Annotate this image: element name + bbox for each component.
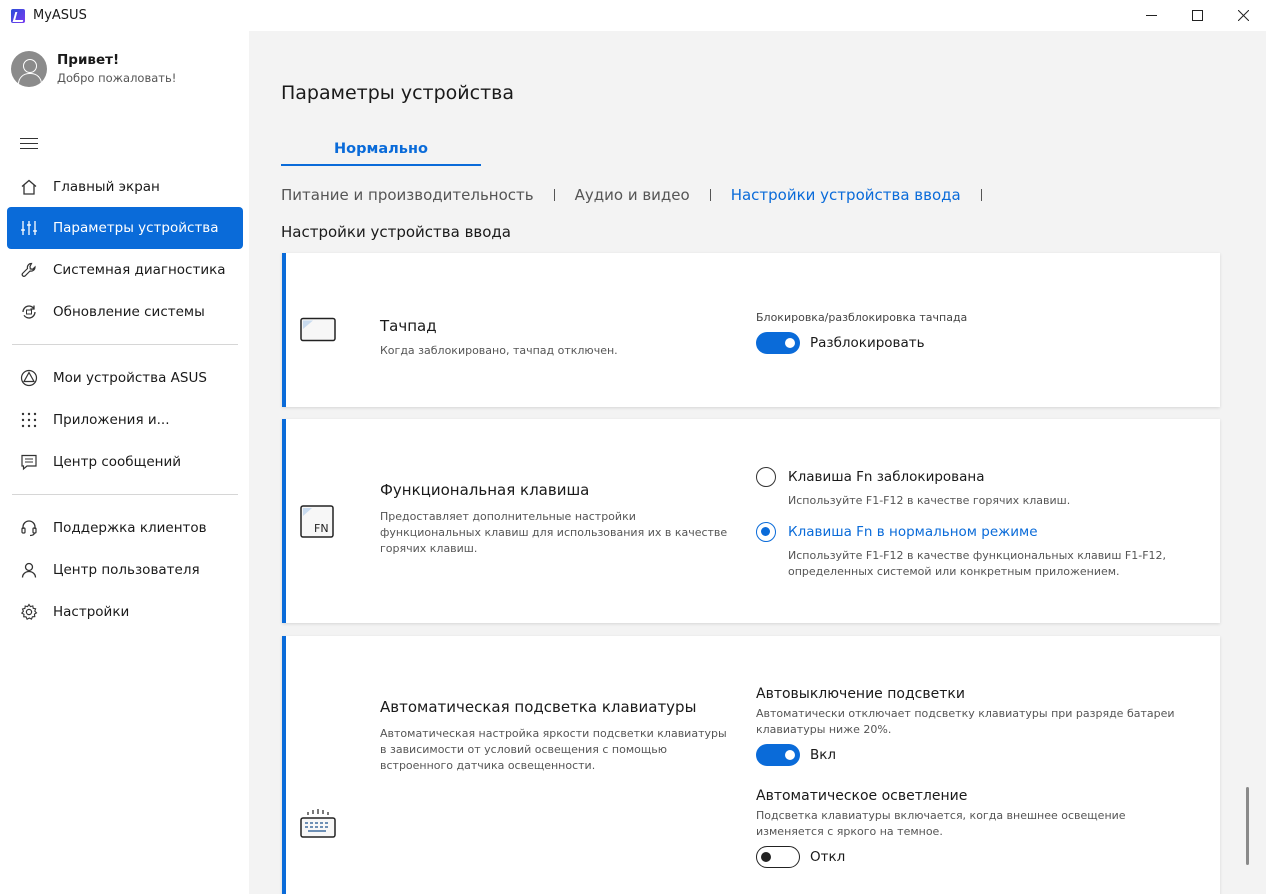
touchpad-lock-toggle[interactable]	[756, 332, 800, 354]
subtab-input-device-settings[interactable]: Настройки устройства ввода	[731, 186, 961, 204]
sidebar-item-apps[interactable]: Приложения и...	[7, 399, 243, 441]
message-icon	[19, 452, 39, 472]
auto-light-title: Автоматическое осветление	[756, 788, 968, 804]
menu-icon[interactable]	[20, 138, 38, 150]
fn-locked-label[interactable]: Клавиша Fn заблокирована	[788, 469, 985, 485]
fn-normal-label[interactable]: Клавиша Fn в нормальном режиме	[788, 524, 1038, 540]
minimize-button[interactable]	[1128, 0, 1174, 31]
sidebar-item-label: Главный экран	[53, 179, 160, 195]
touchpad-control: Блокировка/разблокировка тачпада Разблок…	[756, 311, 967, 354]
sidebar-item-label: Приложения и...	[53, 412, 170, 428]
backlight-description: Автоматическая настройка яркости подсвет…	[380, 727, 727, 772]
sidebar-item-label: Центр пользователя	[53, 562, 200, 578]
auto-light-toggle[interactable]	[756, 846, 800, 868]
maximize-button[interactable]	[1174, 0, 1220, 31]
touchpad-toggle-label: Разблокировать	[810, 335, 925, 351]
vertical-scrollbar[interactable]	[1246, 787, 1249, 865]
sidebar-item-label: Поддержка клиентов	[53, 520, 207, 536]
apps-grid-icon	[19, 410, 39, 430]
auto-off-toggle-label: Вкл	[810, 747, 837, 763]
fn-locked-description: Используйте F1-F12 в качестве горячих кл…	[788, 494, 1071, 507]
sidebar-item-diagnostics[interactable]: Системная диагностика	[7, 249, 243, 291]
sidebar-item-label: Настройки	[53, 604, 130, 620]
auto-off-toggle[interactable]	[756, 744, 800, 766]
auto-light-control: Автоматическое осветление Подсветка клав…	[756, 788, 1186, 868]
fn-locked-radio[interactable]	[756, 467, 776, 487]
subtab-separator	[553, 189, 555, 201]
maximize-icon	[1191, 10, 1203, 21]
window-controls	[1128, 0, 1266, 31]
fn-key-title: Функциональная клавиша	[380, 481, 590, 499]
auto-off-description: Автоматически отключает подсветку клавиа…	[756, 707, 1175, 736]
auto-off-control: Автовыключение подсветки Автоматически о…	[756, 686, 1186, 766]
auto-off-title: Автовыключение подсветки	[756, 686, 965, 702]
fn-key-icon: FN	[300, 505, 336, 543]
sidebar-item-device-settings[interactable]: Параметры устройства	[7, 207, 243, 249]
sidebar: Привет! Добро пожаловать! Главный экран …	[0, 31, 249, 894]
sidebar-item-label: Центр сообщений	[53, 454, 181, 470]
sidebar-divider	[12, 494, 238, 495]
subtab-audio-video[interactable]: Аудио и видео	[575, 186, 690, 204]
gear-icon	[19, 602, 39, 622]
wrench-icon	[19, 260, 39, 280]
fn-key-options: Клавиша Fn заблокирована Используйте F1-…	[756, 467, 1196, 580]
keyboard-backlight-icon	[300, 808, 338, 844]
touchpad-description: Когда заблокировано, тачпад отключен.	[380, 344, 618, 357]
window-title: MyASUS	[33, 8, 87, 23]
section-title: Настройки устройства ввода	[281, 223, 511, 241]
myasus-logo-icon	[11, 8, 25, 23]
page-title: Параметры устройства	[281, 82, 514, 104]
welcome-text: Добро пожаловать!	[57, 71, 177, 85]
touchpad-icon	[300, 317, 338, 347]
auto-light-toggle-label: Откл	[810, 849, 846, 865]
sidebar-item-message-center[interactable]: Центр сообщений	[7, 441, 243, 483]
title-bar: MyASUS	[0, 0, 1266, 31]
sidebar-item-my-devices[interactable]: Мои устройства ASUS	[7, 357, 243, 399]
subtab-bar: Питание и производительность Аудио и вид…	[281, 186, 1002, 204]
sidebar-item-home[interactable]: Главный экран	[7, 166, 243, 208]
touchpad-title: Тачпад	[380, 317, 437, 335]
fn-normal-radio[interactable]	[756, 522, 776, 542]
sidebar-item-label: Обновление системы	[53, 304, 205, 320]
sidebar-item-label: Параметры устройства	[53, 220, 219, 236]
subtab-separator	[980, 189, 982, 201]
subtab-separator	[709, 189, 711, 201]
fn-key-icon-text: FN	[314, 522, 329, 535]
fn-normal-description: Используйте F1-F12 в качестве функционал…	[788, 549, 1167, 578]
devices-icon	[19, 368, 39, 388]
fn-key-card: FN Функциональная клавиша Предоставляет …	[282, 419, 1220, 623]
sidebar-item-support[interactable]: Поддержка клиентов	[7, 507, 243, 549]
minimize-icon	[1145, 15, 1157, 16]
tab-normal-mode[interactable]: Нормально	[281, 138, 481, 166]
home-icon	[19, 177, 39, 197]
touchpad-lock-caption: Блокировка/разблокировка тачпада	[756, 311, 968, 324]
fn-key-description: Предоставляет дополнительные настройки ф…	[380, 510, 728, 555]
close-button[interactable]	[1220, 0, 1266, 31]
main-content: Параметры устройства Нормально Питание и…	[249, 31, 1266, 894]
keyboard-backlight-card: Автоматическая подсветка клавиатуры Авто…	[282, 636, 1220, 894]
sidebar-item-user-center[interactable]: Центр пользователя	[7, 549, 243, 591]
sidebar-item-settings[interactable]: Настройки	[7, 591, 243, 633]
greeting-text: Привет!	[57, 52, 120, 68]
avatar	[11, 51, 47, 87]
close-icon	[1237, 10, 1249, 21]
sidebar-item-label: Мои устройства ASUS	[53, 370, 207, 386]
headset-icon	[19, 518, 39, 538]
sidebar-item-system-update[interactable]: Обновление системы	[7, 291, 243, 333]
sliders-icon	[19, 218, 39, 238]
auto-light-description: Подсветка клавиатуры включается, когда в…	[756, 809, 1126, 838]
user-profile[interactable]: Привет! Добро пожаловать!	[11, 51, 176, 87]
sidebar-divider	[12, 344, 238, 345]
update-icon	[19, 302, 39, 322]
backlight-title: Автоматическая подсветка клавиатуры	[380, 698, 697, 716]
touchpad-card: Тачпад Когда заблокировано, тачпад отклю…	[282, 253, 1220, 407]
sidebar-item-label: Системная диагностика	[53, 262, 226, 278]
subtab-power-performance[interactable]: Питание и производительность	[281, 186, 534, 204]
user-icon	[19, 560, 39, 580]
